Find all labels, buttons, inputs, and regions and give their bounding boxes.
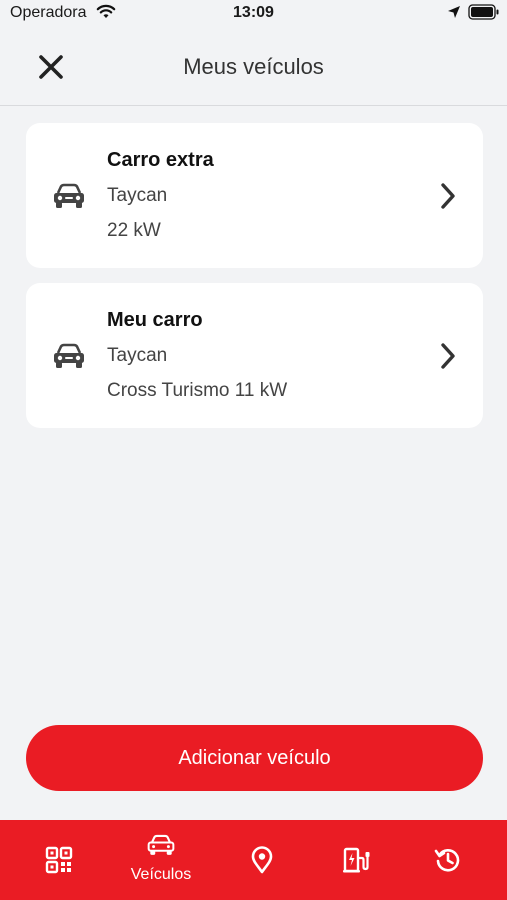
- battery-icon: [468, 4, 499, 20]
- vehicle-name: Carro extra: [107, 149, 214, 171]
- vehicle-model: Taycan: [107, 345, 168, 366]
- tab-vehicles[interactable]: Veículos: [121, 820, 201, 900]
- tab-label-vehicles: Veículos: [130, 866, 192, 883]
- chevron-right-icon: [441, 183, 455, 209]
- vehicle-variant: 22 kW: [107, 220, 161, 241]
- location-icon: [448, 6, 460, 18]
- chevron-right-icon: [441, 343, 455, 369]
- vehicle-card[interactable]: Meu carro Taycan Cross Turismo 11 kW: [26, 283, 483, 428]
- nav-header: Meus veículos: [0, 28, 507, 106]
- car-icon: [54, 183, 84, 208]
- tab-bar: Veículos: [0, 820, 507, 900]
- vehicle-card[interactable]: Carro extra Taycan 22 kW: [26, 123, 483, 268]
- car-icon: [54, 343, 84, 368]
- status-time: 13:09: [233, 4, 274, 21]
- add-vehicle-button[interactable]: Adicionar veículo: [26, 725, 483, 791]
- charging-station-icon: [343, 847, 370, 873]
- page-title: Meus veículos: [183, 54, 324, 79]
- status-bar: Operadora 13:09: [0, 0, 507, 28]
- vehicle-name: Meu carro: [107, 309, 203, 331]
- tab-charger[interactable]: [316, 820, 396, 900]
- map-pin-icon: [251, 846, 273, 874]
- vehicle-model: Taycan: [107, 185, 168, 206]
- history-icon: [434, 849, 460, 872]
- tab-map[interactable]: [222, 820, 302, 900]
- car-icon: [147, 834, 175, 855]
- tab-qr[interactable]: [19, 820, 99, 900]
- qr-code-icon: [45, 846, 73, 874]
- vehicle-variant: Cross Turismo 11 kW: [107, 380, 288, 401]
- tab-history[interactable]: [408, 820, 488, 900]
